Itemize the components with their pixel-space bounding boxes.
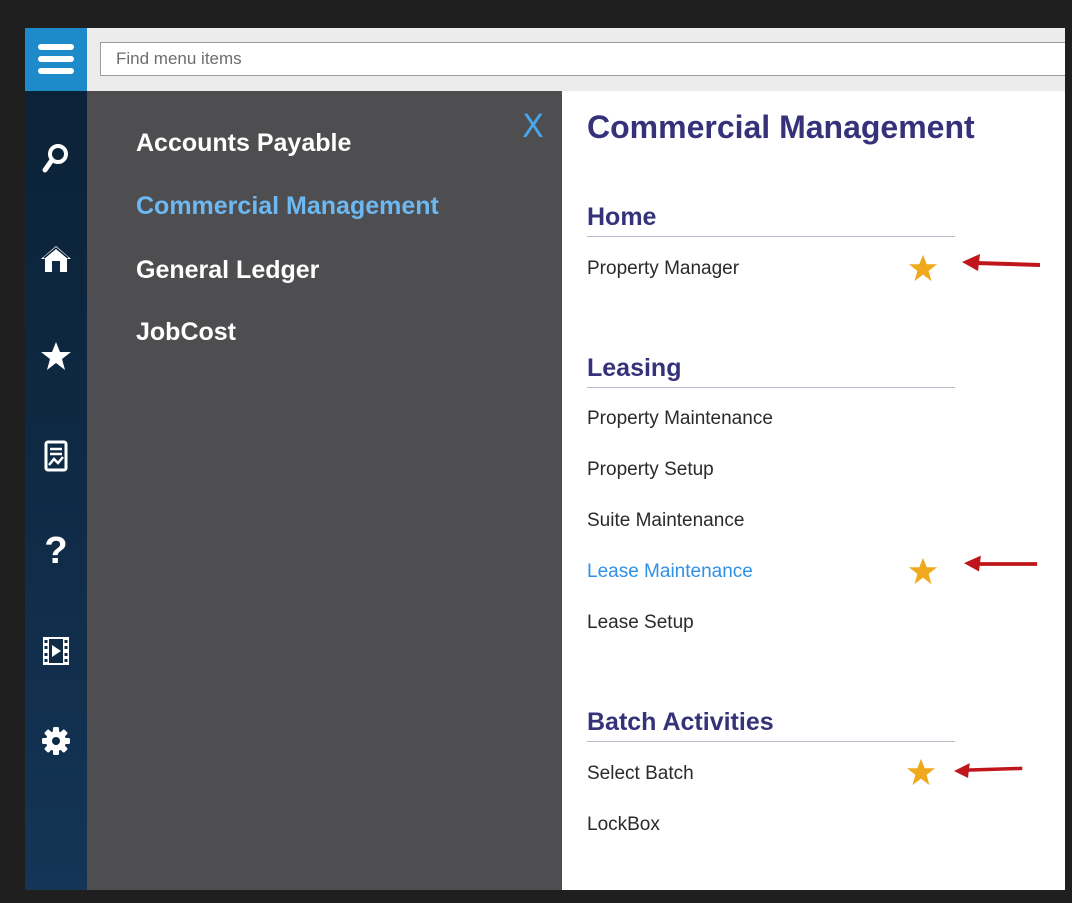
app-window: ? [25, 28, 1065, 890]
gear-icon[interactable] [25, 713, 87, 769]
callout-arrow-icon [962, 254, 1041, 271]
menu-item-suite-maintenance[interactable]: Suite Maintenance [587, 509, 744, 533]
module-item-accounts-payable[interactable]: Accounts Payable [136, 129, 351, 158]
video-icon[interactable] [25, 623, 87, 679]
hamburger-line [38, 56, 74, 62]
module-item-jobcost[interactable]: JobCost [136, 318, 236, 347]
section-title-batch-activities: Batch Activities [587, 707, 955, 742]
hamburger-menu-button[interactable] [25, 28, 87, 91]
report-icon[interactable] [25, 428, 87, 484]
section-title-home: Home [587, 202, 955, 237]
menu-item-lease-setup[interactable]: Lease Setup [587, 611, 694, 635]
menu-item-property-setup[interactable]: Property Setup [587, 458, 714, 482]
hamburger-line [38, 44, 74, 50]
module-item-commercial-management[interactable]: Commercial Management [136, 192, 439, 221]
close-menu-button[interactable]: X [522, 110, 544, 142]
hamburger-line [38, 68, 74, 74]
help-glyph: ? [44, 529, 68, 572]
favorites-star-icon[interactable] [25, 328, 87, 384]
module-menu: Accounts Payable Commercial Management G… [87, 91, 562, 890]
content-panel: Commercial Management Home Property Mana… [562, 91, 1065, 890]
module-item-general-ledger[interactable]: General Ledger [136, 256, 319, 285]
home-icon[interactable] [25, 231, 87, 287]
menu-item-lease-maintenance[interactable]: Lease Maintenance [587, 560, 753, 584]
help-icon[interactable]: ? [25, 523, 87, 579]
menu-item-property-manager[interactable]: Property Manager [587, 257, 739, 281]
menu-item-property-maintenance[interactable]: Property Maintenance [587, 407, 773, 431]
page-title: Commercial Management [587, 109, 975, 145]
callout-arrow-icon [964, 555, 1038, 572]
favorite-star-icon[interactable] [908, 253, 938, 283]
icon-rail: ? [25, 91, 87, 890]
favorite-star-icon[interactable] [908, 556, 938, 586]
menu-item-lockbox[interactable]: LockBox [587, 813, 660, 837]
search-icon[interactable] [25, 131, 87, 187]
callout-arrow-icon [954, 763, 1023, 778]
favorite-star-icon[interactable] [906, 757, 936, 787]
menu-item-select-batch[interactable]: Select Batch [587, 762, 694, 786]
section-title-leasing: Leasing [587, 353, 955, 388]
search-input[interactable] [100, 42, 1065, 76]
top-bar [87, 28, 1065, 91]
